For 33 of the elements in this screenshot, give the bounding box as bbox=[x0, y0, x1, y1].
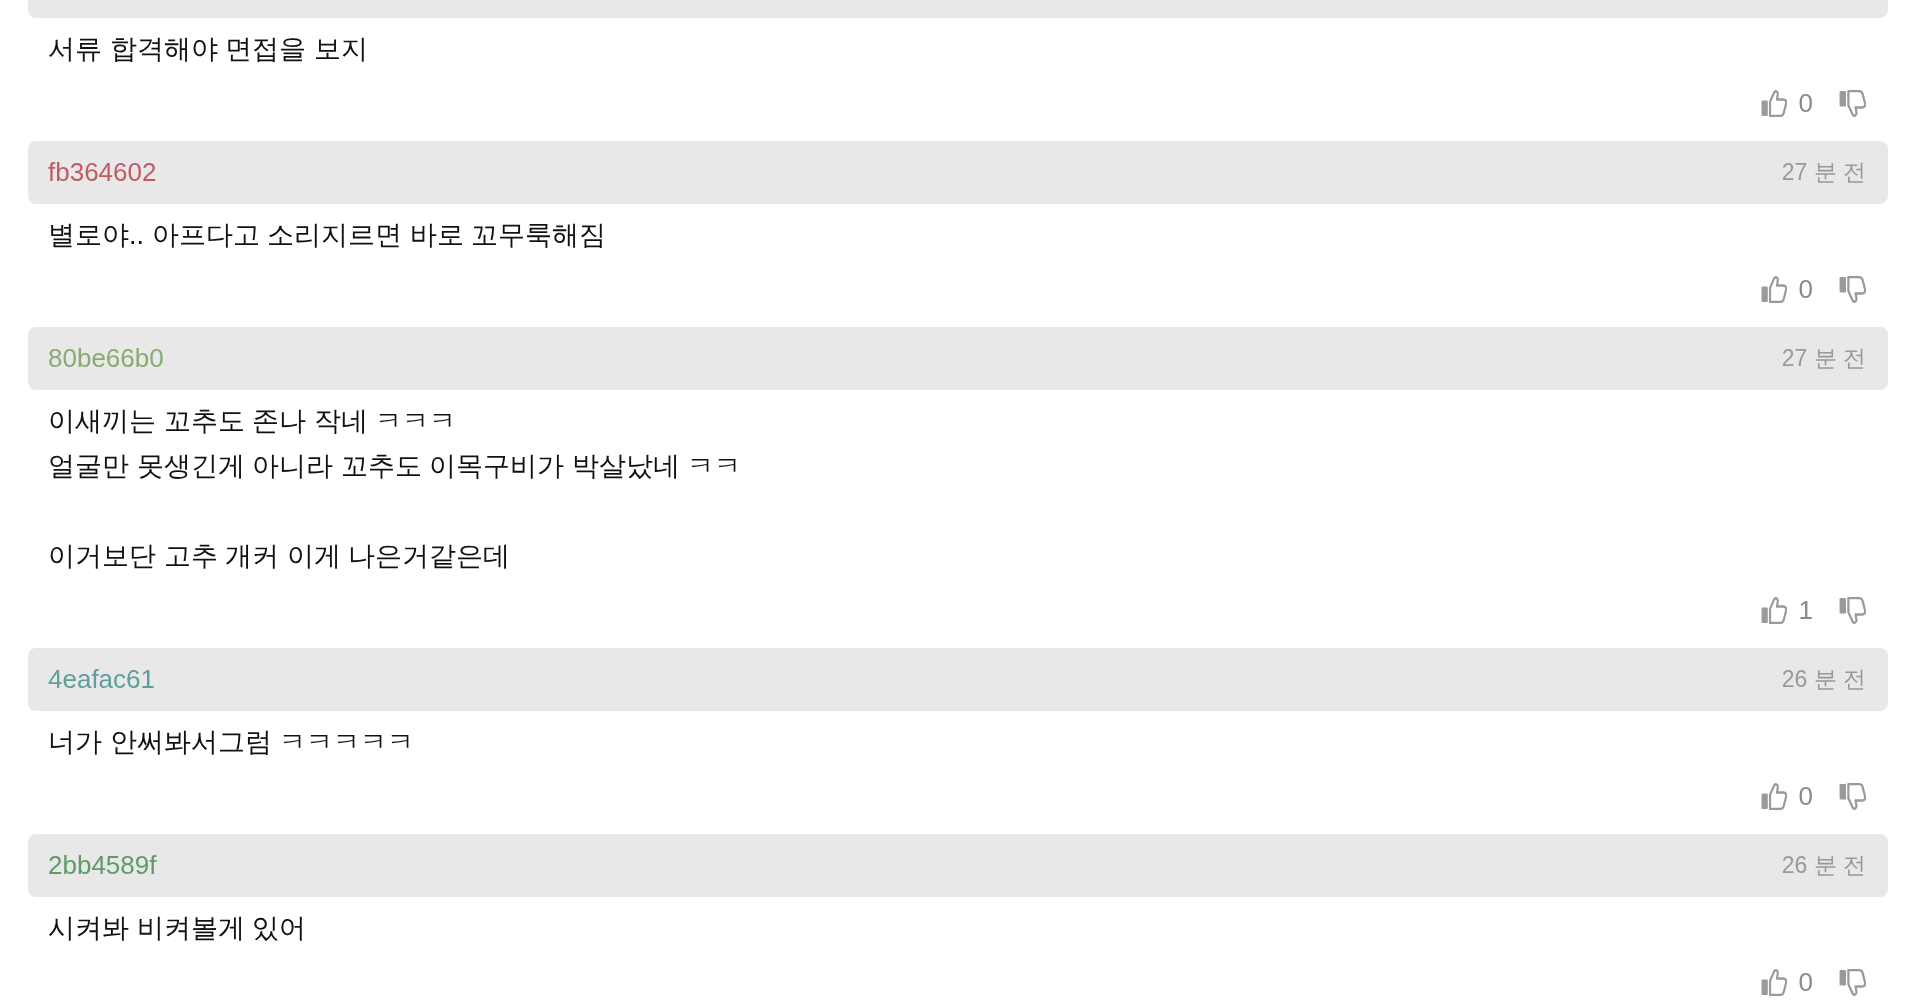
comment-text: 서류 합격해야 면접을 보지 bbox=[48, 33, 368, 66]
dislike-button[interactable] bbox=[1839, 275, 1866, 303]
comment-text: 너가 안써봐서그럼 ㅋㅋㅋㅋㅋ bbox=[48, 726, 414, 759]
thumbs-up-icon bbox=[1760, 782, 1787, 810]
like-button[interactable]: 0 bbox=[1760, 780, 1813, 812]
comment-time: 26 분 전 bbox=[1781, 665, 1866, 694]
username: 80be66b0 bbox=[48, 343, 164, 374]
dislike-button[interactable] bbox=[1839, 596, 1866, 624]
username: fb364602 bbox=[48, 157, 157, 188]
dislike-button[interactable] bbox=[1839, 89, 1866, 117]
thumbs-up-icon bbox=[1760, 968, 1787, 996]
thumbs-up-icon bbox=[1760, 275, 1787, 303]
thumbs-down-icon bbox=[1839, 782, 1866, 810]
comment-text: 이새끼는 꼬추도 존나 작네 ㅋㅋㅋ 얼굴만 못생긴게 아니라 꼬추도 이목구비가 박살났네 ㅋㅋ 이거보단 고추 개커 이게 나은거같은데 bbox=[48, 405, 741, 573]
comment-time: 27 분 전 bbox=[1781, 344, 1866, 373]
like-button[interactable]: 0 bbox=[1760, 87, 1813, 119]
username: 2bb4589f bbox=[48, 850, 157, 881]
comment-time: 26 분 전 bbox=[1781, 851, 1866, 880]
comment-text: 시켜봐 비켜볼게 있어 bbox=[48, 912, 306, 945]
comment-text: 별로야.. 아프다고 소리지르면 바로 꼬무룩해짐 bbox=[48, 219, 606, 252]
like-button[interactable]: 1 bbox=[1760, 594, 1813, 626]
thumbs-down-icon bbox=[1839, 89, 1866, 117]
like-button[interactable]: 0 bbox=[1760, 966, 1813, 997]
username: 4eafac61 bbox=[48, 664, 155, 695]
thumbs-up-icon bbox=[1760, 89, 1787, 117]
thumbs-down-icon bbox=[1839, 968, 1866, 996]
like-button[interactable]: 0 bbox=[1760, 273, 1813, 305]
thumbs-up-icon bbox=[1760, 596, 1787, 624]
thumbs-down-icon bbox=[1839, 275, 1866, 303]
thumbs-down-icon bbox=[1839, 596, 1866, 624]
comment-time: 27 분 전 bbox=[1781, 158, 1866, 187]
dislike-button[interactable] bbox=[1839, 968, 1866, 996]
dislike-button[interactable] bbox=[1839, 782, 1866, 810]
